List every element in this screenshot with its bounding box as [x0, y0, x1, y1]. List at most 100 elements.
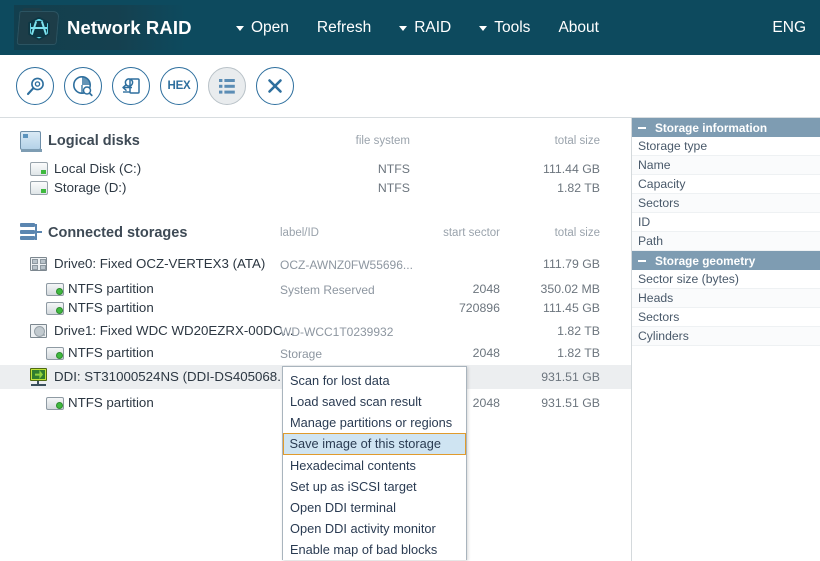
context-menu: Scan for lost data Load saved scan resul… — [282, 366, 467, 560]
context-menu-item-open-ddi-terminal[interactable]: Open DDI terminal — [283, 497, 466, 518]
context-menu-item-scan-for-lost-data[interactable]: Scan for lost data — [283, 370, 466, 391]
context-menu-item-hexadecimal-contents[interactable]: Hexadecimal contents — [283, 455, 466, 476]
storage-name: NTFS partition — [68, 345, 154, 360]
save-image-button[interactable] — [112, 67, 150, 105]
context-menu-item-load-saved-scan-result[interactable]: Load saved scan result — [283, 391, 466, 412]
list-view-icon — [219, 78, 235, 94]
panel-field-capacity: Capacity — [632, 175, 820, 194]
partition-icon — [46, 281, 64, 297]
hdd-drive-icon — [30, 323, 48, 339]
menu-item-about-label: About — [558, 18, 599, 36]
menu-item-tools[interactable]: Tools — [479, 19, 530, 37]
list-view-button[interactable] — [208, 67, 246, 105]
storage-name: DDI: ST31000524NS (DDI-DS405068... — [54, 369, 289, 384]
language-selector[interactable]: ENG — [772, 0, 806, 55]
storage-name: NTFS partition — [68, 395, 154, 410]
table-row[interactable]: NTFS partition System Reserved 2048 350.… — [0, 279, 631, 300]
storage-total-size: 111.79 GB — [543, 257, 600, 271]
minus-icon — [638, 259, 646, 262]
table-row[interactable]: Drive0: Fixed OCZ-VERTEX3 (ATA) OCZ-AWNZ… — [0, 254, 631, 275]
logical-disk-size: 111.44 GB — [543, 162, 600, 176]
column-header-total-size-logical: total size — [554, 135, 600, 147]
context-menu-item-open-ddi-activity-monitor[interactable]: Open DDI activity monitor — [283, 518, 466, 539]
ddi-network-icon — [29, 368, 47, 386]
panel-field-heads: Heads — [632, 289, 820, 308]
column-header-label-id: label/ID — [280, 227, 319, 239]
panel-field-storage-type: Storage type — [632, 137, 820, 156]
disk-analysis-button[interactable] — [64, 67, 102, 105]
panel-field-name: Name — [632, 156, 820, 175]
logical-disk-size: 1.82 TB — [557, 181, 600, 195]
storage-label-id: WD-WCC1T0239932 — [280, 325, 394, 339]
menu-item-raid-label: RAID — [414, 18, 452, 36]
storage-total-size: 1.82 TB — [557, 346, 600, 360]
panel-field-sector-size: Sector size (bytes) — [632, 270, 820, 289]
storage-start-sector: 720896 — [458, 301, 500, 315]
storage-name: NTFS partition — [68, 281, 154, 296]
panel-field-sectors: Sectors — [632, 194, 820, 213]
storage-total-size: 931.51 GB — [541, 396, 600, 410]
logical-disk-name: Storage (D:) — [54, 180, 127, 195]
scan-button[interactable] — [16, 67, 54, 105]
hex-viewer-icon: HEX — [167, 80, 191, 92]
storage-name: Drive1: Fixed WDC WD20EZRX-00DC... — [54, 323, 294, 338]
table-row[interactable]: Drive1: Fixed WDC WD20EZRX-00DC... WD-WC… — [0, 321, 631, 342]
application-window: Network RAID Open Refresh RAID Tools Abo… — [0, 0, 820, 561]
storage-total-size: 1.82 TB — [557, 324, 600, 338]
logical-disks-monitor-icon — [20, 131, 42, 152]
group-title-connected-storages: Connected storages — [48, 225, 188, 241]
group-header-connected-storages: Connected storages label/ID start sector… — [0, 218, 631, 248]
hex-viewer-button[interactable]: HEX — [160, 67, 198, 105]
menu-item-refresh-label: Refresh — [316, 18, 372, 36]
panel-section-title: Storage information — [655, 120, 768, 135]
pie-chart-search-icon — [73, 76, 93, 97]
panel-field-id: ID — [632, 213, 820, 232]
storage-name: Drive0: Fixed OCZ-VERTEX3 (ATA) — [54, 256, 266, 271]
close-button[interactable] — [256, 67, 294, 105]
context-menu-item-save-image-of-this-storage[interactable]: Save image of this storage — [283, 433, 466, 455]
connected-storages-stack-icon — [20, 223, 42, 242]
network-raid-folder-hex-logo-icon — [16, 7, 60, 49]
group-title-logical-disks: Logical disks — [48, 133, 140, 149]
logical-disk-name: Local Disk (C:) — [54, 161, 142, 176]
chevron-down-icon — [399, 26, 408, 31]
menu-item-raid[interactable]: RAID — [399, 19, 451, 37]
app-title: Network RAID — [67, 16, 192, 38]
minus-icon — [638, 126, 646, 129]
storage-start-sector: 2048 — [472, 282, 500, 296]
drive-icon — [30, 161, 48, 177]
table-row[interactable]: NTFS partition Storage 2048 1.82 TB — [0, 343, 631, 364]
column-header-total-size-storages: total size — [554, 227, 600, 239]
menu-item-about[interactable]: About — [558, 19, 599, 37]
context-menu-item-enable-map-of-bad-blocks[interactable]: Enable map of bad blocks — [283, 539, 466, 560]
logical-disk-filesystem: NTFS — [377, 181, 410, 195]
storage-name: NTFS partition — [68, 300, 154, 315]
app-logo: Network RAID — [14, 5, 191, 50]
menu-item-open-label: Open — [251, 18, 289, 36]
storage-total-size: 931.51 GB — [541, 370, 600, 384]
menu-item-open[interactable]: Open — [236, 19, 289, 37]
context-menu-item-set-up-as-iscsi-target[interactable]: Set up as iSCSI target — [283, 476, 466, 497]
menu-item-refresh[interactable]: Refresh — [317, 19, 371, 37]
storage-label-id: System Reserved — [280, 283, 375, 297]
storage-total-size: 350.02 MB — [540, 282, 600, 296]
table-row[interactable]: NTFS partition 720896 111.45 GB — [0, 298, 631, 319]
toolbar: HEX — [0, 55, 820, 118]
column-header-start-sector: start sector — [443, 227, 500, 239]
details-panel: Storage information Storage type Name Ca… — [631, 118, 820, 561]
list-item[interactable]: Storage (D:) NTFS 1.82 TB — [0, 178, 631, 199]
list-item[interactable]: Local Disk (C:) NTFS 111.44 GB — [0, 159, 631, 180]
partition-icon — [46, 395, 64, 411]
menu-item-tools-label: Tools — [494, 18, 531, 36]
logical-disk-filesystem: NTFS — [377, 162, 410, 176]
group-header-logical-disks: Logical disks file system total size — [0, 126, 631, 156]
panel-field-geometry-sectors: Sectors — [632, 308, 820, 327]
context-menu-item-manage-partitions-or-regions[interactable]: Manage partitions or regions — [283, 412, 466, 433]
column-header-file-system: file system — [355, 135, 410, 147]
title-menu-bar: Network RAID Open Refresh RAID Tools Abo… — [0, 0, 820, 55]
panel-section-header-storage-geometry[interactable]: Storage geometry — [632, 251, 820, 270]
disk-image-export-icon — [122, 77, 140, 94]
chevron-down-icon — [236, 26, 244, 31]
storage-label-id: Storage — [280, 347, 323, 361]
panel-section-header-storage-information[interactable]: Storage information — [632, 118, 820, 137]
